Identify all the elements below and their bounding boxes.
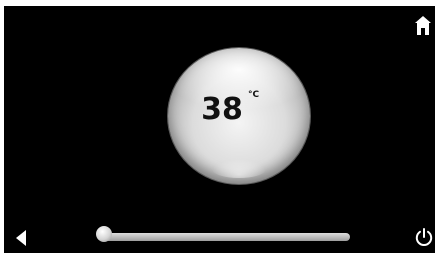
back-button[interactable] bbox=[15, 229, 27, 247]
temperature-value: 38 bbox=[201, 92, 243, 127]
temperature-dial[interactable]: 38 °C bbox=[168, 48, 310, 184]
thermostat-screen: 38 °C bbox=[0, 0, 439, 253]
home-button[interactable] bbox=[414, 14, 432, 36]
power-button[interactable] bbox=[414, 227, 434, 247]
slider-track[interactable] bbox=[100, 233, 350, 241]
temperature-unit: °C bbox=[248, 90, 260, 100]
back-arrow-icon bbox=[15, 230, 27, 251]
dial-reflection bbox=[212, 160, 266, 178]
slider-handle[interactable] bbox=[96, 226, 112, 242]
home-icon bbox=[414, 14, 432, 36]
power-icon bbox=[414, 227, 434, 247]
